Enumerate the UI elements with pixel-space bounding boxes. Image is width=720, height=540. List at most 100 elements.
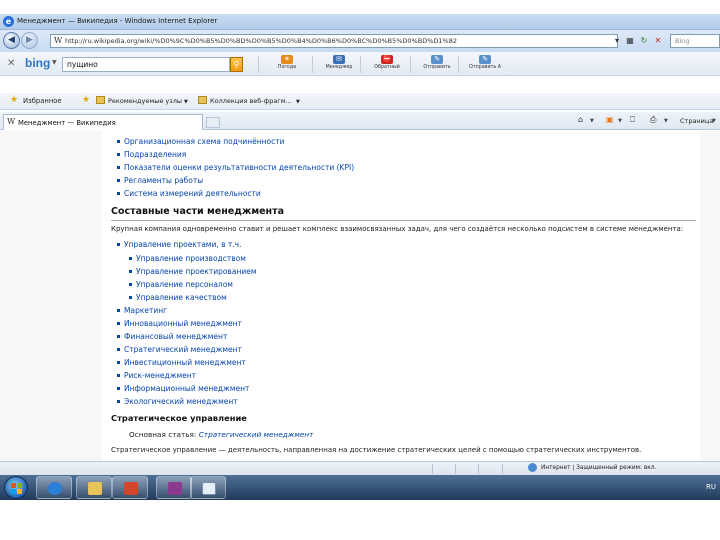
forward-button[interactable]: ▶ bbox=[21, 32, 38, 49]
refresh-icon[interactable]: ↻ bbox=[638, 34, 650, 48]
folder-icon bbox=[198, 96, 207, 104]
address-dropdown-icon[interactable]: ▾ bbox=[612, 34, 622, 48]
weather-icon: ☀ bbox=[281, 55, 293, 64]
chevron-down-icon[interactable]: ▼ bbox=[590, 118, 594, 124]
add-favorite-icon[interactable]: ★ bbox=[82, 95, 90, 105]
tab-title: Менеджмент — Википедия bbox=[18, 119, 116, 127]
favorites-star-icon[interactable]: ★ bbox=[10, 95, 18, 105]
main-article-link[interactable]: Стратегический менеджмент bbox=[199, 430, 314, 439]
list-item[interactable]: Финансовый менеджмент bbox=[116, 332, 227, 341]
start-button[interactable] bbox=[4, 476, 28, 499]
language-indicator[interactable]: RU bbox=[706, 483, 716, 491]
heading-divider bbox=[111, 220, 696, 221]
toolbar-separator bbox=[410, 56, 411, 73]
rss-icon[interactable]: ▣ bbox=[606, 115, 614, 124]
internet-zone-icon bbox=[528, 463, 537, 472]
wikipedia-favicon-icon: W bbox=[54, 36, 63, 45]
status-separator bbox=[478, 464, 479, 474]
taskbar-app-explorer[interactable] bbox=[76, 476, 112, 499]
sub-list-item[interactable]: Управление качеством bbox=[129, 293, 227, 302]
back-button[interactable]: ◀ bbox=[3, 32, 20, 49]
stop-icon[interactable]: ✕ bbox=[652, 34, 664, 48]
manager-icon: ✉ bbox=[333, 55, 345, 64]
taskbar-app-ie[interactable] bbox=[36, 476, 72, 499]
chevron-down-icon[interactable]: ▼ bbox=[296, 99, 300, 105]
favorites-item-web-slices[interactable]: Коллекция веб-фрагм... bbox=[210, 97, 292, 105]
windows-logo-icon bbox=[17, 489, 22, 494]
chevron-down-icon[interactable]: ▼ bbox=[664, 118, 668, 124]
tab-command-row: W Менеджмент — Википедия ⌂ ▼ ▣ ▼ ⎕ ⎙ ▼ С… bbox=[0, 112, 720, 130]
toolbar-button-manager[interactable]: ✉ Менеджер bbox=[316, 55, 362, 75]
list-item[interactable]: Показатели оценки результативности деяте… bbox=[116, 163, 355, 172]
list-item[interactable]: Инновационный менеджмент bbox=[117, 319, 242, 328]
taskbar-app-media[interactable] bbox=[112, 476, 148, 499]
status-separator bbox=[455, 464, 456, 474]
article-body: Организационная схема подчинённости Подр… bbox=[102, 131, 700, 461]
list-item[interactable]: Маркетинг bbox=[116, 306, 167, 315]
bing-dropdown-icon[interactable]: ▼ bbox=[52, 59, 57, 66]
address-row: ◀ ▶ W http://ru.wikipedia.org/wiki/%D0%9… bbox=[0, 30, 720, 52]
tab-active[interactable]: W Менеджмент — Википедия bbox=[3, 114, 203, 130]
sub-list-item[interactable]: Управление проектированием bbox=[129, 267, 257, 276]
folder-icon bbox=[88, 482, 102, 495]
sub-list-item[interactable]: Управление персоналом bbox=[129, 280, 233, 289]
taskbar-app-winrar[interactable] bbox=[156, 476, 192, 499]
list-item[interactable]: Стратегический менеджмент bbox=[117, 345, 242, 354]
paragraph: Крупная компания одновременно ставит и р… bbox=[111, 225, 684, 233]
favorites-bar: ★ Избранное ★ Рекомендуемые узлы ▼ Колле… bbox=[0, 93, 720, 110]
bing-toolbar: ✕ bing ▼ пущино ⚲ ☀ Погода ✉ Менеджер ⛔ … bbox=[0, 52, 720, 76]
list-item[interactable]: Управление проектами, в т.ч. bbox=[116, 240, 241, 249]
media-player-icon bbox=[124, 482, 138, 495]
left-margin bbox=[0, 131, 102, 461]
page-content: Организационная схема подчинённости Подр… bbox=[0, 131, 720, 461]
bing-search-button[interactable]: ⚲ bbox=[230, 57, 243, 72]
list-item[interactable]: Инвестиционный менеджмент bbox=[117, 358, 246, 367]
sub-list-item[interactable]: Управление производством bbox=[129, 254, 246, 263]
chevron-down-icon[interactable]: ▼ bbox=[184, 99, 188, 105]
toolbar-close-icon[interactable]: ✕ bbox=[7, 58, 15, 69]
send-icon: ✎ bbox=[431, 55, 443, 64]
list-item[interactable]: Регламенты работы bbox=[116, 176, 203, 185]
toolbar-button-send[interactable]: ✎ Отправить bbox=[414, 55, 460, 75]
search-box[interactable]: Bing bbox=[670, 34, 720, 48]
chevron-down-icon[interactable]: ▼ bbox=[618, 118, 622, 124]
list-item[interactable]: Подразделения bbox=[116, 150, 186, 159]
list-item-label: Показатели оценки результативности деяте… bbox=[124, 163, 335, 172]
list-item[interactable]: Риск-менеджмент bbox=[116, 371, 196, 380]
list-item[interactable]: Информационный менеджмент bbox=[116, 384, 249, 393]
search-placeholder: Bing bbox=[675, 37, 690, 45]
compatibility-view-icon[interactable]: ▦ bbox=[624, 34, 636, 48]
ie-icon bbox=[48, 482, 62, 495]
list-item[interactable]: Организационная схема подчинённости bbox=[117, 137, 285, 146]
print-icon[interactable]: ⎙ bbox=[650, 115, 656, 125]
folder-icon bbox=[96, 96, 105, 104]
list-item[interactable]: Система измерений деятельности bbox=[117, 189, 261, 198]
toolbar-button-send-a[interactable]: ✎ Отправить А bbox=[462, 55, 508, 75]
bing-search-value: пущино bbox=[67, 60, 98, 69]
bing-logo[interactable]: bing bbox=[25, 56, 50, 70]
ie-icon: e bbox=[3, 16, 14, 27]
list-item-suffix: (KPI) bbox=[334, 163, 355, 172]
title-bar: e Менеджмент — Википедия - Windows Inter… bbox=[0, 14, 720, 30]
subsection-heading: Стратегическое управление bbox=[111, 413, 247, 423]
windows-logo-icon bbox=[11, 483, 16, 488]
new-tab-button[interactable] bbox=[206, 117, 220, 128]
chevron-down-icon[interactable]: ▼ bbox=[712, 118, 716, 124]
toolbar-separator bbox=[458, 56, 459, 73]
document-icon bbox=[202, 482, 216, 495]
address-input[interactable]: W http://ru.wikipedia.org/wiki/%D0%9C%D0… bbox=[50, 34, 618, 48]
archive-icon bbox=[168, 482, 182, 495]
paragraph: Стратегическое управление — деятельность… bbox=[111, 446, 642, 454]
page-menu[interactable]: Страница bbox=[680, 117, 713, 125]
home-icon[interactable]: ⌂ bbox=[578, 115, 583, 124]
read-mail-icon[interactable]: ⎕ bbox=[630, 115, 635, 125]
bing-search-input[interactable]: пущино bbox=[62, 57, 230, 72]
list-item[interactable]: Экологический менеджмент bbox=[117, 397, 238, 406]
taskbar-app-document[interactable] bbox=[190, 476, 226, 499]
status-separator bbox=[502, 464, 503, 474]
favorites-button[interactable]: Избранное bbox=[23, 97, 62, 105]
favorites-item-suggested-sites[interactable]: Рекомендуемые узлы bbox=[108, 97, 182, 105]
screen: e Менеджмент — Википедия - Windows Inter… bbox=[0, 0, 720, 500]
toolbar-button-weather[interactable]: ☀ Погода bbox=[264, 55, 310, 75]
toolbar-button-reverse[interactable]: ⛔ Обратный bbox=[364, 55, 410, 75]
